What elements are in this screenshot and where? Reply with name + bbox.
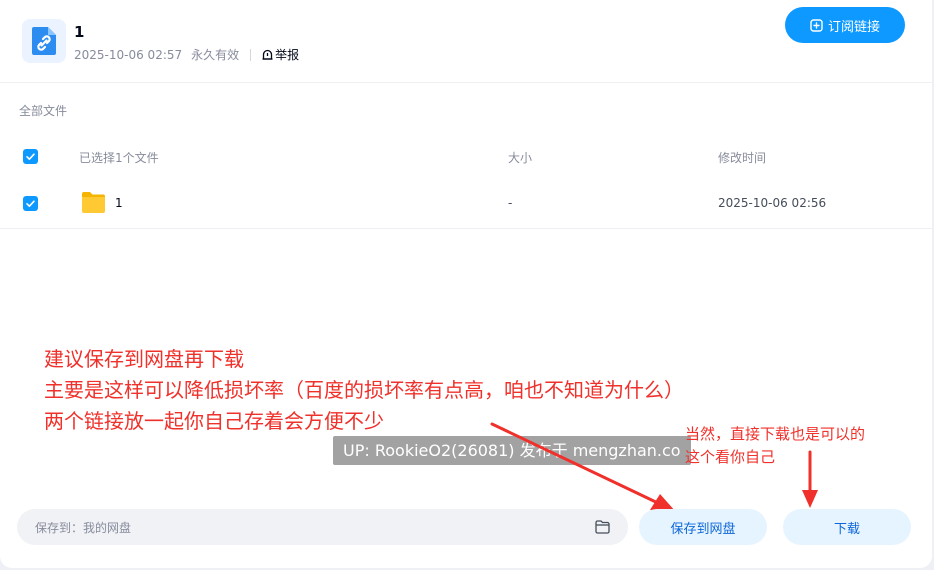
annotation-arrows	[490, 422, 818, 512]
arrow-to-save	[490, 422, 676, 512]
folder-outline-icon[interactable]	[595, 520, 610, 534]
share-page: 1 2025-10-06 02:57 永久有效 举报 订阅链接 全部文件 已选择…	[0, 0, 932, 568]
download-button[interactable]: 下载	[783, 509, 911, 545]
arrow-to-download	[802, 450, 818, 508]
save-path-label: 保存到：我的网盘	[35, 520, 132, 535]
save-to-netdisk-button[interactable]: 保存到网盘	[639, 509, 767, 545]
save-path-selector[interactable]: 保存到：我的网盘	[17, 509, 628, 545]
